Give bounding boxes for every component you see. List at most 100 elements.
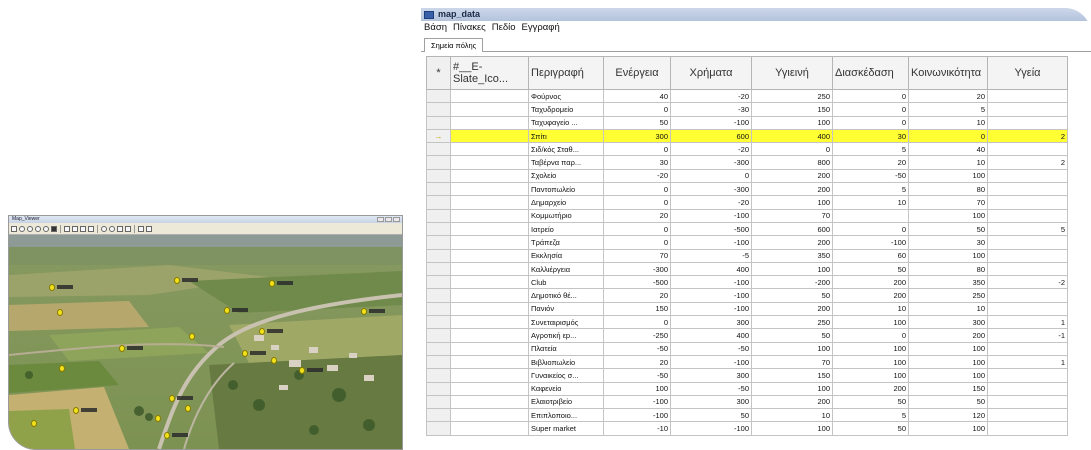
social-cell[interactable]: 40	[908, 142, 988, 157]
description-cell[interactable]: Σπίτι	[528, 128, 604, 144]
description-cell[interactable]: Super market	[528, 421, 604, 436]
measure-icon[interactable]	[80, 225, 86, 232]
social-cell[interactable]: 120	[908, 408, 988, 423]
money-cell[interactable]: -100	[670, 208, 752, 223]
health-cell[interactable]	[987, 368, 1068, 383]
social-cell[interactable]: 80	[908, 182, 988, 197]
table-row[interactable]: Πανιόν 150 -100 200 10 10	[426, 301, 1068, 317]
map-marker[interactable]	[155, 415, 161, 422]
social-cell[interactable]: 100	[908, 368, 988, 383]
health-cell[interactable]: 2	[987, 155, 1068, 170]
row-selector-cell[interactable]	[426, 235, 451, 250]
row-selector-cell[interactable]	[426, 275, 451, 290]
table-row[interactable]: Εκκλησία 70 -5 350 60 100	[426, 248, 1068, 263]
social-cell[interactable]: 100	[908, 248, 988, 263]
table-row[interactable]: Club -500 -100 -200 200 350 -2	[426, 275, 1068, 290]
table-row[interactable]: Πλατεία -50 -50 100 100 100	[426, 341, 1068, 356]
layer-icon[interactable]	[51, 225, 57, 232]
map-marker[interactable]	[31, 420, 37, 427]
header-energy[interactable]: Ενέργεια	[603, 56, 671, 90]
hygiene-cell[interactable]: 70	[751, 208, 833, 223]
money-cell[interactable]: 0	[670, 168, 752, 184]
icon-cell[interactable]	[450, 155, 529, 170]
social-cell[interactable]: 100	[908, 168, 988, 184]
row-selector-cell[interactable]	[426, 142, 451, 157]
table-row[interactable]: Δημαρχείο 0 -20 100 10 70	[426, 195, 1068, 210]
social-cell[interactable]: 100	[908, 354, 988, 370]
fun-cell[interactable]: 0	[832, 102, 909, 117]
row-selector-cell[interactable]	[426, 261, 451, 277]
row-selector-cell[interactable]	[426, 394, 451, 410]
money-cell[interactable]: -100	[670, 275, 752, 290]
map-marker[interactable]	[224, 307, 230, 314]
description-cell[interactable]: Σχολείο	[528, 168, 604, 184]
icon-cell[interactable]	[450, 301, 529, 317]
map-marker[interactable]	[49, 284, 55, 291]
fun-cell[interactable]: 100	[832, 368, 909, 383]
row-selector-cell[interactable]	[426, 102, 451, 117]
description-cell[interactable]: Επιπλοποιο...	[528, 408, 604, 423]
description-cell[interactable]: Φούρνος	[528, 88, 604, 104]
row-selector-cell[interactable]	[426, 421, 451, 436]
table-row[interactable]: Συνεταιρισμός 0 300 250 100 300 1	[426, 315, 1068, 330]
map-marker[interactable]	[269, 280, 275, 287]
energy-cell[interactable]: -20	[603, 168, 671, 184]
description-cell[interactable]: Club	[528, 275, 604, 290]
description-cell[interactable]: Ταβέρνα παρ...	[528, 155, 604, 170]
money-cell[interactable]: 300	[670, 315, 752, 330]
energy-cell[interactable]: -300	[603, 261, 671, 277]
hygiene-cell[interactable]: 100	[751, 421, 833, 436]
health-cell[interactable]	[987, 182, 1068, 197]
header-fun[interactable]: Διασκέδαση	[832, 56, 909, 90]
money-cell[interactable]: -5	[670, 248, 752, 263]
icon-cell[interactable]	[450, 368, 529, 383]
description-cell[interactable]: Πλατεία	[528, 341, 604, 356]
fun-cell[interactable]: 0	[832, 88, 909, 104]
icon-cell[interactable]	[450, 341, 529, 356]
health-cell[interactable]	[987, 381, 1068, 396]
fun-cell[interactable]: 0	[832, 221, 909, 237]
fun-cell[interactable]: 100	[832, 315, 909, 330]
energy-cell[interactable]: -10	[603, 421, 671, 436]
back-icon[interactable]	[101, 225, 107, 232]
row-selector-cell[interactable]	[426, 368, 451, 383]
row-selector-cell[interactable]	[426, 115, 451, 130]
map-marker[interactable]	[189, 333, 195, 340]
icon-cell[interactable]	[450, 235, 529, 250]
energy-cell[interactable]: 40	[603, 88, 671, 104]
fun-cell[interactable]: 0	[832, 328, 909, 343]
hygiene-cell[interactable]: 50	[751, 328, 833, 343]
money-cell[interactable]: -100	[670, 288, 752, 303]
social-cell[interactable]: 200	[908, 328, 988, 343]
table-row[interactable]: Ταχυδρομείο 0 -30 150 0 5	[426, 102, 1068, 117]
table-row[interactable]: Γυναικείος σ... -50 300 150 100 100	[426, 368, 1068, 383]
map-marker[interactable]	[259, 328, 265, 335]
row-selector-cell[interactable]	[426, 195, 451, 210]
social-cell[interactable]: 100	[908, 421, 988, 436]
header-description[interactable]: Περιγραφή	[528, 56, 604, 90]
energy-cell[interactable]: 0	[603, 221, 671, 237]
icon-cell[interactable]	[450, 394, 529, 410]
energy-cell[interactable]: 100	[603, 381, 671, 396]
social-cell[interactable]: 150	[908, 381, 988, 396]
energy-cell[interactable]: 20	[603, 208, 671, 223]
energy-cell[interactable]: 20	[603, 288, 671, 303]
health-cell[interactable]: 5	[987, 221, 1068, 237]
table-row[interactable]: Δημοτικό θέ... 20 -100 50 200 250	[426, 288, 1068, 303]
money-cell[interactable]: -100	[670, 301, 752, 317]
description-cell[interactable]: Συνεταιρισμός	[528, 315, 604, 330]
description-cell[interactable]: Βιβλιοπωλείο	[528, 354, 604, 370]
icon-cell[interactable]	[450, 195, 529, 210]
hygiene-cell[interactable]: 150	[751, 102, 833, 117]
money-cell[interactable]: -100	[670, 354, 752, 370]
description-cell[interactable]: Ταχυδρομείο	[528, 102, 604, 117]
money-cell[interactable]: -20	[670, 88, 752, 104]
grid-icon[interactable]	[72, 225, 78, 232]
icon-cell[interactable]	[450, 421, 529, 436]
hygiene-cell[interactable]: 350	[751, 248, 833, 263]
health-cell[interactable]	[987, 195, 1068, 210]
social-cell[interactable]: 250	[908, 288, 988, 303]
table-row[interactable]: Τράπεζα 0 -100 200 -100 30	[426, 235, 1068, 250]
social-cell[interactable]: 300	[908, 315, 988, 330]
money-cell[interactable]: -50	[670, 341, 752, 356]
